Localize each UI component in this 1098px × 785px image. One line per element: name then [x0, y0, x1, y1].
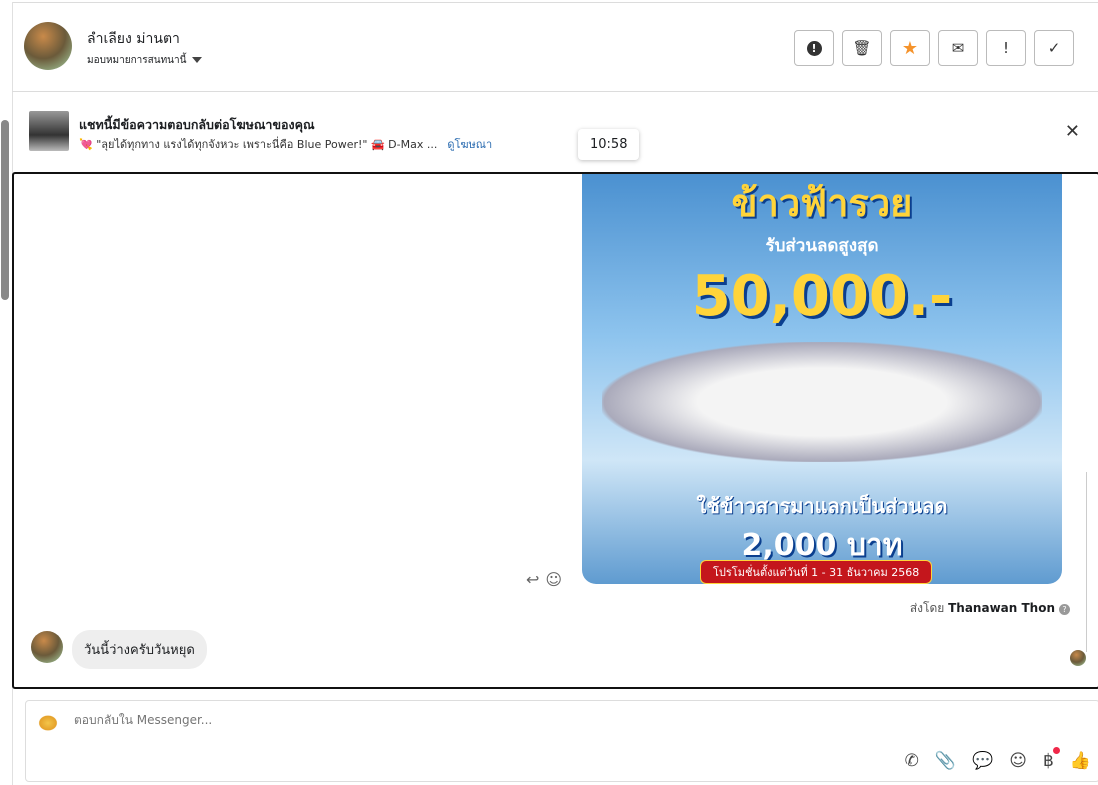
exclamation-icon: ! [1002, 39, 1009, 57]
scrollbar[interactable] [0, 108, 10, 785]
timestamp-tooltip: 10:58 [578, 129, 640, 160]
sent-by: ส่งโดย Thanawan Thon? [910, 599, 1070, 618]
paperclip-icon[interactable]: 📎 [935, 751, 956, 771]
message-bubble: วันนี้ว่างครับวันหยุด [72, 630, 207, 669]
mark-unread-button[interactable]: ✉ [938, 30, 978, 66]
ad-thumbnail [29, 111, 69, 151]
ad-headline: ข้าวฟ้ารวย [731, 181, 913, 225]
ad-reply-banner: แชทนี้มีข้อความตอบกลับต่อโฆษณาของคุณ 💘 "… [12, 93, 1098, 171]
ad-discount-label: รับส่วนลดสูงสุด [765, 236, 879, 256]
scrollbar-thumb[interactable] [1, 120, 9, 300]
check-icon: ✓ [1047, 39, 1061, 57]
sent-by-prefix: ส่งโดย [909, 601, 945, 615]
message-thread: ข้าวฟ้ารวย รับส่วนลดสูงสุด 50,000.- ใช้ข… [12, 172, 1098, 689]
assign-label: มอบหมายการสนทนานี้ [87, 55, 187, 66]
view-ad-link[interactable]: ดูโฆษณา [447, 138, 492, 151]
reply-input[interactable] [74, 713, 874, 727]
page-logo [36, 713, 60, 733]
assign-dropdown[interactable]: มอบหมายการสนทนานี้ [87, 53, 203, 68]
phone-icon[interactable]: ✆ [905, 751, 919, 771]
reply-icon[interactable]: ↩ [526, 570, 539, 589]
avatar[interactable] [31, 631, 63, 663]
done-button[interactable]: ✓ [1034, 30, 1074, 66]
trash-icon: 🗑 [852, 39, 872, 57]
ad-discount: 50,000.- [691, 264, 953, 329]
seen-avatar [1070, 650, 1086, 666]
side-panel-edge [1086, 472, 1098, 652]
contact-name[interactable]: ลำเลียง ม่านตา [87, 28, 180, 50]
ad-sub: ใช้ข้าวสารมาแลกเป็นส่วนลด [696, 494, 948, 518]
composer: ✆ 📎 💬 ☺ ฿ 👍 [25, 700, 1098, 782]
avatar[interactable] [24, 22, 72, 70]
like-icon[interactable]: 👍 [1070, 751, 1091, 771]
payment-icon[interactable]: ฿ [1043, 747, 1060, 771]
cars-image [602, 342, 1042, 462]
spam-button[interactable]: ! [794, 30, 834, 66]
saved-replies-icon[interactable]: 💬 [972, 751, 993, 771]
emoji-icon[interactable]: ☺ [1009, 751, 1027, 771]
delete-button[interactable]: 🗑 [842, 30, 882, 66]
star-icon: ★ [901, 37, 919, 59]
follow-up-button[interactable]: ! [986, 30, 1026, 66]
conversation-header: ลำเลียง ม่านตา มอบหมายการสนทนานี้ ! 🗑 ★ … [12, 3, 1098, 92]
ad-banner-title: แชทนี้มีข้อความตอบกลับต่อโฆษณาของคุณ [79, 117, 315, 132]
sender-name: Thanawan Thon [948, 601, 1055, 615]
help-icon[interactable]: ? [1059, 604, 1070, 615]
ad-snippet: 💘 "ลุยได้ทุกทาง แรงได้ทุกจังหวะ เพราะนี่… [79, 138, 438, 151]
alert-icon: ! [806, 40, 822, 56]
emoji-react-icon[interactable]: ☺ [545, 570, 562, 589]
notification-dot [1052, 747, 1060, 754]
ad-image-message[interactable]: ข้าวฟ้ารวย รับส่วนลดสูงสุด 50,000.- ใช้ข… [582, 174, 1062, 584]
ad-promo: โปรโมชั่นตั้งแต่วันที่ 1 - 31 ธันวาคม 25… [700, 560, 933, 584]
close-icon[interactable]: ✕ [1065, 121, 1080, 142]
star-button[interactable]: ★ [890, 30, 930, 66]
envelope-icon: ✉ [951, 39, 965, 57]
caret-down-icon [192, 57, 203, 63]
